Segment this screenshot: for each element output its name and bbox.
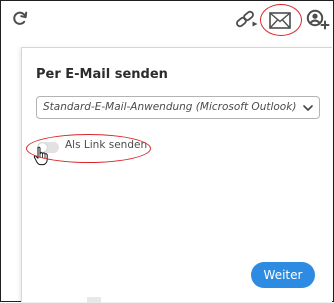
chevron-down-icon <box>303 105 313 111</box>
email-icon-highlight <box>260 4 302 36</box>
share-link-icon[interactable] <box>235 10 259 30</box>
send-as-link-highlight <box>26 134 151 163</box>
top-toolbar <box>2 2 334 36</box>
send-by-email-panel: Per E-Mail senden Standard-E-Mail-Anwend… <box>21 47 332 302</box>
email-client-value: Standard-E-Mail-Anwendung (Microsoft Out… <box>43 101 297 113</box>
add-user-icon[interactable] <box>306 9 330 30</box>
panel-title: Per E-Mail senden <box>36 67 168 82</box>
email-client-select[interactable]: Standard-E-Mail-Anwendung (Microsoft Out… <box>36 96 320 119</box>
window-frame: Per E-Mail senden Standard-E-Mail-Anwend… <box>0 0 334 303</box>
scrollbar-stub <box>87 297 101 303</box>
continue-button[interactable]: Weiter <box>251 262 315 288</box>
refresh-icon[interactable] <box>11 10 29 28</box>
